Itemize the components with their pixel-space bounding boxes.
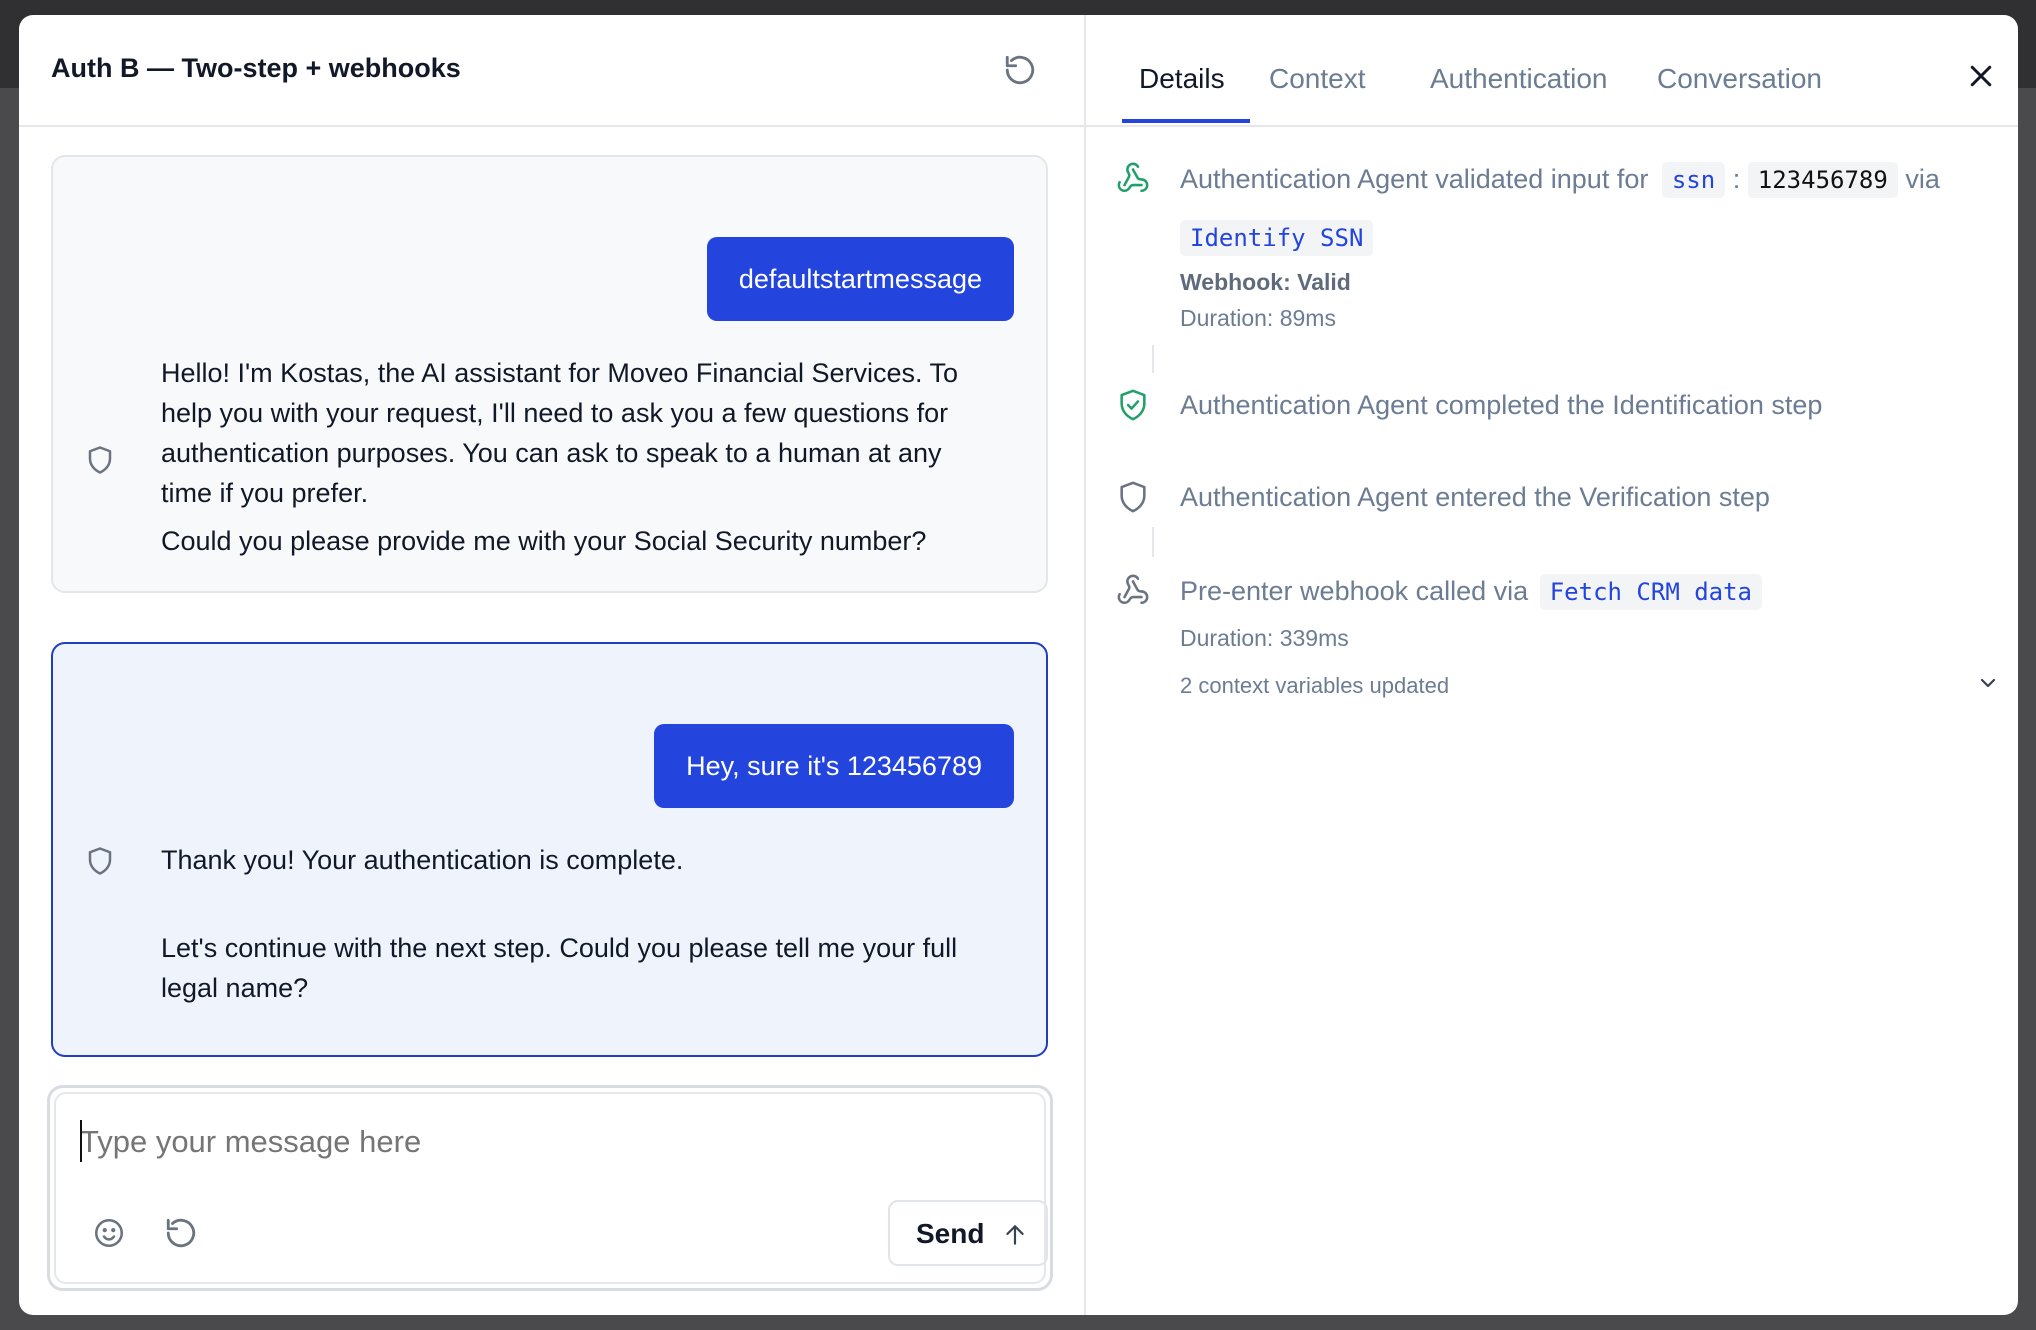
reset-icon[interactable] xyxy=(1003,53,1037,87)
event-text-prefix: Pre-enter webhook called via xyxy=(1180,576,1529,606)
timeline-connector xyxy=(1152,527,1154,557)
via-text: via xyxy=(1905,164,1940,194)
event-text: Authentication Agent validated input for… xyxy=(1180,159,1940,200)
message-group-selected[interactable]: Hey, sure it's 123456789 Thank you! Your… xyxy=(51,642,1048,1057)
webhook-icon xyxy=(1117,574,1149,605)
bot-message: Hello! I'm Kostas, the AI assistant for … xyxy=(161,353,958,561)
send-button[interactable]: Send xyxy=(888,1200,1048,1266)
variable-name: ssn xyxy=(1661,162,1726,198)
event-duration: Duration: 89ms xyxy=(1180,305,1336,331)
bot-message-line: Hello! I'm Kostas, the AI assistant for … xyxy=(161,358,959,388)
bot-message-line: legal name? xyxy=(161,973,309,1003)
variable-value: 123456789 xyxy=(1747,162,1898,198)
close-icon[interactable] xyxy=(1966,61,1996,91)
reset-icon[interactable] xyxy=(164,1216,198,1250)
event-text: Authentication Agent completed the Ident… xyxy=(1180,390,1823,420)
shield-icon xyxy=(88,446,112,474)
shield-icon xyxy=(1120,481,1146,513)
webhook-status: Webhook: Valid xyxy=(1180,269,1351,295)
chat-header: Auth B — Two-step + webhooks xyxy=(19,15,1084,127)
tab-details[interactable]: Details xyxy=(1139,63,1225,95)
shield-icon xyxy=(88,847,112,875)
bot-message-line: time if you prefer. xyxy=(161,478,369,508)
send-button-label: Send xyxy=(916,1218,985,1249)
timeline-connector xyxy=(1152,345,1154,373)
message-group[interactable]: defaultstartmessage Hello! I'm Kostas, t… xyxy=(51,155,1048,593)
tab-context[interactable]: Context xyxy=(1269,63,1366,95)
event-duration: Duration: 339ms xyxy=(1180,625,1349,651)
text-caret xyxy=(80,1120,82,1162)
bot-message-line: authentication purposes. You can ask to … xyxy=(161,438,942,468)
bot-message-line: help you with your request, I'll need to… xyxy=(161,398,949,428)
event-text: Authentication Agent entered the Verific… xyxy=(1180,482,1770,512)
colon: : xyxy=(1732,164,1741,194)
bot-message-line: Let's continue with the next step. Could… xyxy=(161,933,958,963)
shield-check-icon xyxy=(1120,389,1146,421)
event-webhook: Identify SSN xyxy=(1180,217,1374,258)
arrow-up-icon xyxy=(1006,1225,1024,1245)
bot-message-line: Could you please provide me with your So… xyxy=(161,526,927,556)
conversation-modal: Auth B — Two-step + webhooks defaultstar… xyxy=(19,15,2018,1315)
event-text: Pre-enter webhook called via Fetch CRM d… xyxy=(1180,571,1763,612)
bot-message: Thank you! Your authentication is comple… xyxy=(161,840,957,1008)
tab-bar: Details Context Authentication Conversat… xyxy=(1086,15,2018,127)
webhook-icon xyxy=(1117,162,1149,193)
page-title: Auth B — Two-step + webhooks xyxy=(51,53,461,83)
user-message-bubble: Hey, sure it's 123456789 xyxy=(654,724,1014,808)
chevron-down-icon[interactable] xyxy=(1976,671,2000,695)
details-panel: Details Context Authentication Conversat… xyxy=(1086,15,2018,1315)
user-message-bubble: defaultstartmessage xyxy=(706,237,1014,321)
context-updates-toggle[interactable]: 2 context variables updated xyxy=(1180,673,1449,699)
event-text-prefix: Authentication Agent validated input for xyxy=(1180,164,1649,194)
active-tab-indicator xyxy=(1122,119,1250,123)
webhook-name: Identify SSN xyxy=(1180,220,1374,256)
tab-authentication[interactable]: Authentication xyxy=(1430,63,1607,95)
bot-message-line: Thank you! Your authentication is comple… xyxy=(161,845,684,875)
tab-conversation[interactable]: Conversation xyxy=(1657,63,1822,95)
message-input[interactable] xyxy=(78,1116,982,1168)
webhook-name: Fetch CRM data xyxy=(1539,574,1763,610)
composer: Send xyxy=(47,1085,1053,1291)
emoji-icon[interactable] xyxy=(92,1216,126,1250)
chat-panel: Auth B — Two-step + webhooks defaultstar… xyxy=(19,15,1086,1315)
composer-inner: Send xyxy=(54,1092,1048,1284)
